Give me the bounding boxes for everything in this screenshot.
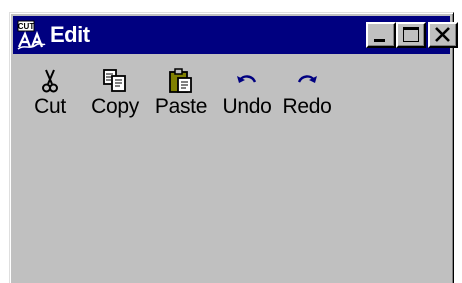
copy-label: Copy	[91, 95, 139, 118]
paste-button[interactable]: Paste	[148, 65, 214, 155]
undo-button[interactable]: Undo	[216, 65, 278, 155]
title-bar[interactable]: CUT Edit	[13, 16, 458, 54]
redo-label: Redo	[282, 95, 332, 118]
redo-button[interactable]: Redo	[278, 65, 336, 155]
undo-icon	[237, 75, 257, 83]
maximize-icon	[403, 27, 419, 42]
redo-icon	[297, 75, 317, 83]
copy-icon	[103, 69, 126, 92]
minimize-icon	[374, 39, 385, 42]
cut-label: Cut	[34, 95, 66, 118]
scissors-icon	[42, 69, 58, 93]
cut-button[interactable]: Cut	[30, 65, 70, 155]
cut-paste-app-icon[interactable]: CUT	[16, 20, 46, 50]
paste-label: Paste	[154, 95, 208, 118]
edit-window: CUT Edit Cut Copy Paste Undo Redo	[9, 12, 458, 283]
window-title: Edit	[50, 22, 90, 47]
maximize-button[interactable]	[396, 22, 426, 48]
undo-label: Undo	[222, 95, 272, 118]
minimize-button[interactable]	[366, 22, 396, 48]
clipboard-icon	[169, 68, 192, 93]
svg-text:CUT: CUT	[18, 22, 35, 31]
close-button[interactable]	[428, 22, 458, 48]
close-icon	[435, 27, 450, 42]
copy-button[interactable]: Copy	[86, 65, 144, 155]
